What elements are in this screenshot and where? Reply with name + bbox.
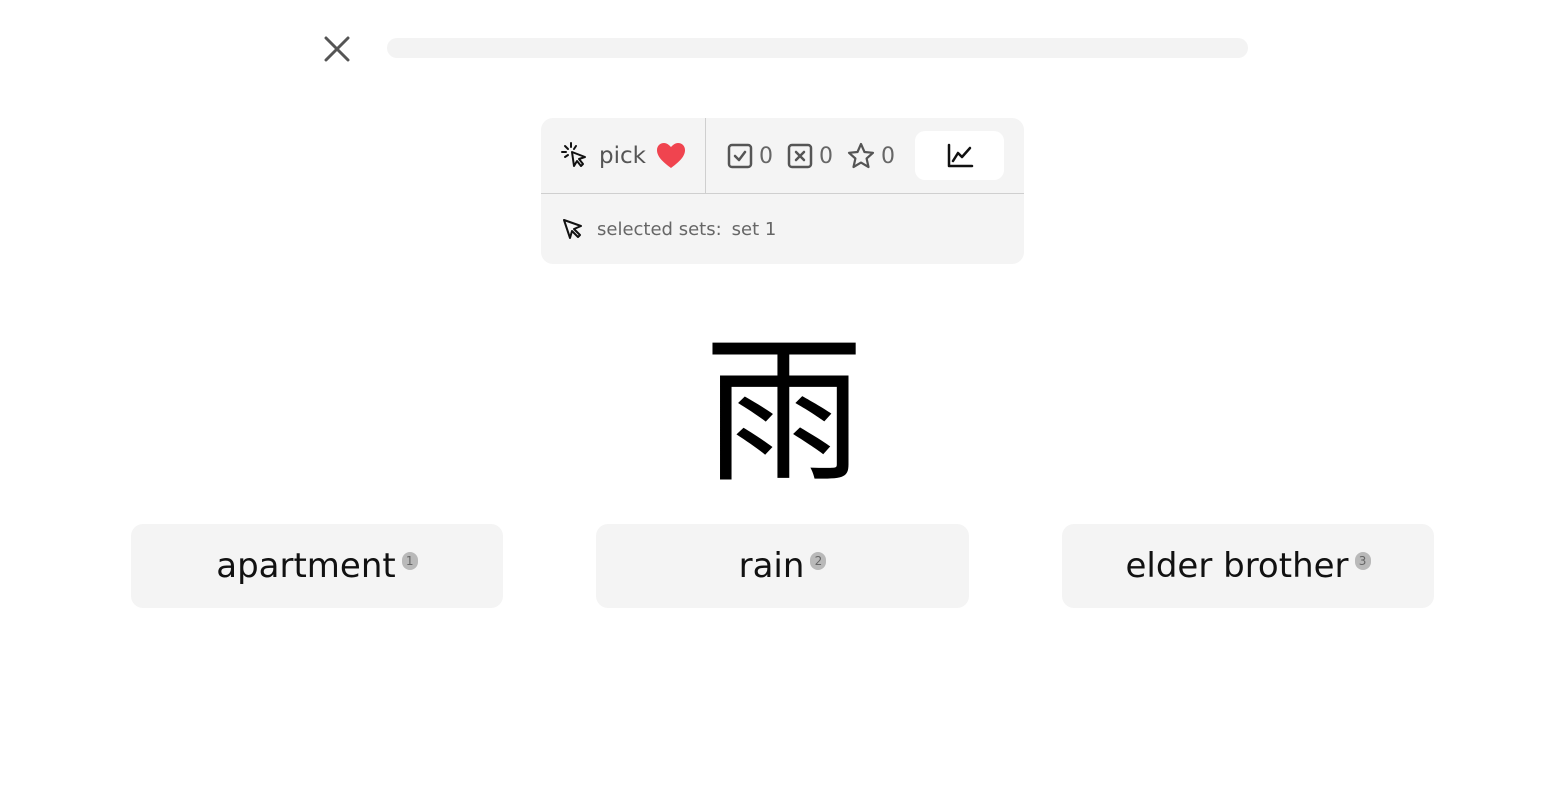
stats-group: 0 0 0 [727, 140, 909, 172]
progress-bar [387, 38, 1248, 58]
option-3[interactable]: elder brother 3 [1062, 524, 1434, 608]
check-square-icon [727, 143, 753, 169]
study-info-panel: pick 0 0 0 selected sets: set 1 [541, 118, 1024, 264]
correct-count: 0 [759, 143, 773, 169]
option-label: rain [738, 546, 805, 586]
starred-count: 0 [881, 143, 895, 169]
option-1[interactable]: apartment 1 [131, 524, 503, 608]
line-chart-icon [947, 143, 973, 167]
option-label: elder brother [1125, 546, 1349, 586]
statistics-button[interactable] [915, 131, 1004, 180]
heart-icon [656, 143, 685, 168]
mode-label: pick [599, 143, 646, 169]
x-square-icon [787, 143, 813, 169]
pointer-click-icon [561, 142, 586, 167]
starred-stat: 0 [847, 142, 895, 170]
panel-divider [705, 118, 706, 193]
star-icon [847, 142, 875, 169]
shortcut-badge: 1 [401, 552, 418, 570]
character-text: 雨 [704, 325, 864, 485]
selected-sets-label: selected sets: [597, 218, 722, 240]
close-button[interactable] [318, 30, 356, 68]
close-icon [324, 36, 350, 62]
cursor-arrow-icon [563, 219, 582, 239]
correct-stat: 0 [727, 143, 773, 169]
selected-sets-value: set 1 [731, 218, 777, 240]
panel-top-row: pick 0 0 0 [541, 118, 1024, 194]
option-2[interactable]: rain 2 [596, 524, 969, 608]
character-glyph: 雨 [704, 325, 864, 485]
selected-sets-row[interactable]: selected sets: set 1 [561, 216, 776, 242]
wrong-count: 0 [819, 143, 833, 169]
option-label: apartment [216, 546, 396, 586]
shortcut-badge: 3 [1354, 552, 1371, 570]
mode-indicator[interactable]: pick [561, 140, 686, 172]
wrong-stat: 0 [787, 143, 833, 169]
character-prompt: 雨 [0, 325, 1568, 485]
shortcut-badge: 2 [810, 552, 827, 570]
